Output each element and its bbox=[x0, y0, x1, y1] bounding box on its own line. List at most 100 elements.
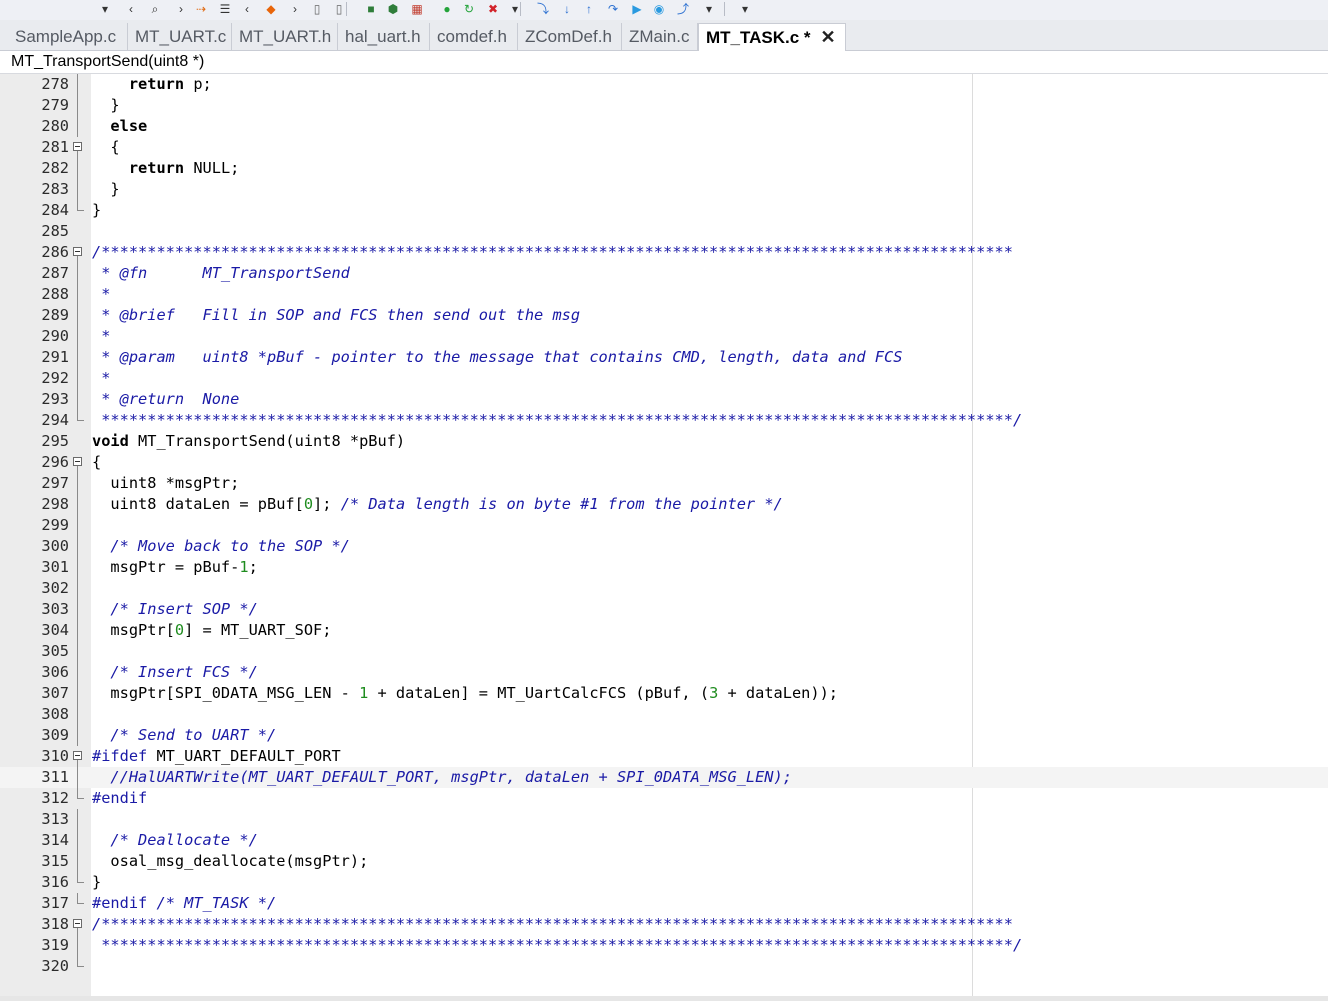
code-line[interactable]: 298 uint8 dataLen = pBuf[0]; /* Data len… bbox=[0, 494, 1328, 515]
close-tab-icon[interactable]: ✕ bbox=[821, 24, 836, 51]
tab-bar: SampleApp.c MT_UART.c MT_UART.h hal_uart.h c… bbox=[0, 20, 1328, 51]
code-token: msgPtr = pBuf- bbox=[92, 558, 240, 576]
code-line[interactable]: 290 * bbox=[0, 326, 1328, 347]
code-line[interactable]: 294 ************************************… bbox=[0, 410, 1328, 431]
code-line[interactable]: 307 msgPtr[SPI_0DATA_MSG_LEN - 1 + dataL… bbox=[0, 683, 1328, 704]
tab-sampleapp-c[interactable]: SampleApp.c bbox=[8, 23, 128, 50]
code-line[interactable]: 302 bbox=[0, 578, 1328, 599]
step-out-icon[interactable]: ↑ bbox=[580, 1, 598, 17]
more-icon[interactable]: ▾ bbox=[700, 1, 718, 17]
back-icon[interactable]: ‹ bbox=[122, 1, 140, 17]
find-icon[interactable]: ⌕ bbox=[146, 1, 164, 17]
code-line[interactable]: 281 { bbox=[0, 137, 1328, 158]
overflow-icon[interactable]: ▾ bbox=[506, 1, 524, 17]
step-into-icon[interactable]: ↓ bbox=[558, 1, 576, 17]
step-over-icon[interactable]: ⤵ bbox=[534, 1, 552, 17]
code-line[interactable]: 295 void MT_TransportSend(uint8 *pBuf) bbox=[0, 431, 1328, 452]
code-line[interactable]: 305 bbox=[0, 641, 1328, 662]
fold-toggle-icon[interactable] bbox=[73, 142, 82, 151]
line-number: 282 bbox=[41, 159, 69, 177]
function-selector-label[interactable]: MT_TransportSend(uint8 *) bbox=[11, 53, 204, 71]
comment-token: /* Insert SOP */ bbox=[110, 600, 258, 618]
code-editor[interactable]: 278 return p; 279 } 280 else 281 {282 retur… bbox=[0, 74, 1328, 996]
code-line[interactable]: 296 { bbox=[0, 452, 1328, 473]
tab-hal-uart-h[interactable]: hal_uart.h bbox=[338, 23, 430, 50]
code-line[interactable]: 314 /* Deallocate */ bbox=[0, 830, 1328, 851]
code-line[interactable]: 285 bbox=[0, 221, 1328, 242]
stop-icon[interactable]: ✖ bbox=[484, 1, 502, 17]
code-line[interactable]: 278 return p; bbox=[0, 74, 1328, 95]
tab-label: ZComDef.h bbox=[525, 27, 612, 46]
fold-toggle-icon[interactable] bbox=[73, 919, 82, 928]
code-line[interactable]: 299 bbox=[0, 515, 1328, 536]
code-line[interactable]: 304 msgPtr[0] = MT_UART_SOF; bbox=[0, 620, 1328, 641]
reset-icon[interactable]: ⤴ bbox=[674, 1, 692, 17]
tab-comdef-h[interactable]: comdef.h bbox=[430, 23, 518, 50]
code-line[interactable]: 319 ************************************… bbox=[0, 935, 1328, 956]
debug-icon[interactable]: ↷ bbox=[604, 1, 622, 17]
code-line[interactable]: 289 * @brief Fill in SOP and FCS then se… bbox=[0, 305, 1328, 326]
file-icon[interactable]: ▯ bbox=[308, 1, 326, 17]
code-line[interactable]: 315 osal_msg_deallocate(msgPtr); bbox=[0, 851, 1328, 872]
forward-icon[interactable]: › bbox=[172, 1, 190, 17]
code-line[interactable]: 280 else bbox=[0, 116, 1328, 137]
code-text: * @return None bbox=[92, 389, 239, 410]
code-line[interactable]: 310 #ifdef MT_UART_DEFAULT_PORT bbox=[0, 746, 1328, 767]
line-number: 281 bbox=[41, 138, 69, 156]
tab-mt-task-c[interactable]: MT_TASK.c * ✕ bbox=[698, 23, 846, 51]
run-icon[interactable]: ● bbox=[438, 1, 456, 17]
break-icon[interactable]: ◉ bbox=[650, 1, 668, 17]
line-number: 318 bbox=[41, 915, 69, 933]
tab-zcomdef-h[interactable]: ZComDef.h bbox=[518, 23, 622, 50]
bookmark-icon[interactable]: ◆ bbox=[262, 1, 280, 17]
code-line[interactable]: 317 #endif /* MT_TASK */ bbox=[0, 893, 1328, 914]
tab-mt-uart-h[interactable]: MT_UART.h bbox=[232, 23, 338, 50]
code-line[interactable]: 293 * @return None bbox=[0, 389, 1328, 410]
goto-arrow-icon[interactable]: ⇢ bbox=[192, 1, 210, 17]
fold-toggle-icon[interactable] bbox=[73, 247, 82, 256]
go-icon[interactable]: ▶ bbox=[628, 1, 646, 17]
fold-toggle-icon[interactable] bbox=[73, 457, 82, 466]
overflow2-icon[interactable]: ▾ bbox=[736, 1, 754, 17]
code-token: uint8 *msgPtr; bbox=[92, 474, 240, 492]
code-line[interactable]: 286 /************************************… bbox=[0, 242, 1328, 263]
code-line[interactable]: 284} bbox=[0, 200, 1328, 221]
tab-mt-uart-c[interactable]: MT_UART.c bbox=[128, 23, 232, 50]
code-line[interactable]: 287 * @fn MT_TransportSend bbox=[0, 263, 1328, 284]
line-number: 316 bbox=[41, 873, 69, 891]
code-line[interactable]: 316} bbox=[0, 872, 1328, 893]
tab-zmain-c[interactable]: ZMain.c bbox=[622, 23, 698, 50]
code-line[interactable]: 309 /* Send to UART */ bbox=[0, 725, 1328, 746]
code-line[interactable]: 288 * bbox=[0, 284, 1328, 305]
code-line[interactable]: 318 /************************************… bbox=[0, 914, 1328, 935]
horizontal-scrollbar[interactable] bbox=[0, 996, 1328, 1001]
code-line[interactable]: 300 /* Move back to the SOP */ bbox=[0, 536, 1328, 557]
code-line[interactable]: 297 uint8 *msgPtr; bbox=[0, 473, 1328, 494]
fold-guide bbox=[77, 599, 78, 620]
build-icon[interactable]: ⬢ bbox=[384, 1, 402, 17]
code-line[interactable]: 312 #endif bbox=[0, 788, 1328, 809]
code-line[interactable]: 308 bbox=[0, 704, 1328, 725]
fold-toggle-icon[interactable] bbox=[73, 751, 82, 760]
nav-forward-icon[interactable]: › bbox=[286, 1, 304, 17]
list-icon[interactable]: ☰ bbox=[216, 1, 234, 17]
code-line[interactable]: 279 } bbox=[0, 95, 1328, 116]
dropdown-arrow-icon[interactable]: ▾ bbox=[96, 1, 114, 17]
grid-icon[interactable]: ▦ bbox=[408, 1, 426, 17]
make-icon[interactable]: ■ bbox=[362, 1, 380, 17]
code-line[interactable]: 291 * @param uint8 *pBuf - pointer to th… bbox=[0, 347, 1328, 368]
code-line[interactable]: 301 msgPtr = pBuf-1; bbox=[0, 557, 1328, 578]
code-line[interactable]: 306 /* Insert FCS */ bbox=[0, 662, 1328, 683]
code-line[interactable]: 303 /* Insert SOP */ bbox=[0, 599, 1328, 620]
code-line[interactable]: 283 } bbox=[0, 179, 1328, 200]
code-line[interactable]: 320 bbox=[0, 956, 1328, 977]
number-token: 1 bbox=[239, 558, 249, 576]
code-line[interactable]: 311 //HalUARTWrite(MT_UART_DEFAULT_PORT,… bbox=[0, 767, 1328, 788]
function-navigation-bar[interactable]: MT_TransportSend(uint8 *) bbox=[0, 51, 1328, 74]
code-token: ] = MT_UART_SOF; bbox=[184, 621, 332, 639]
code-line[interactable]: 292 * bbox=[0, 368, 1328, 389]
rebuild-icon[interactable]: ↻ bbox=[460, 1, 478, 17]
code-line[interactable]: 313 bbox=[0, 809, 1328, 830]
nav-back-icon[interactable]: ‹ bbox=[238, 1, 256, 17]
code-line[interactable]: 282 return NULL; bbox=[0, 158, 1328, 179]
